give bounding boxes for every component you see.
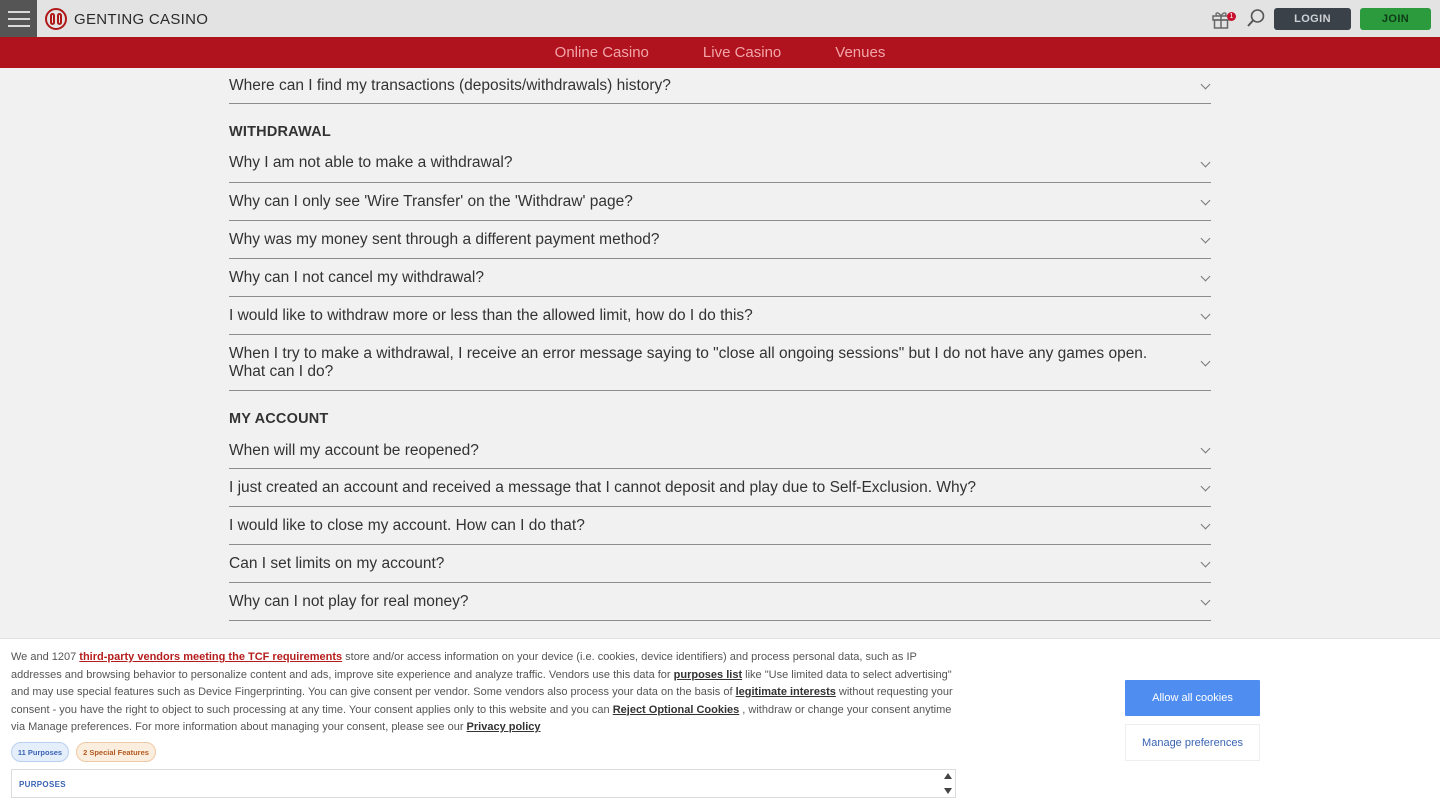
faq-item[interactable]: I would like to close my account. How ca… xyxy=(229,507,1211,545)
chevron-down-icon xyxy=(1200,271,1211,281)
purposes-count-pill[interactable]: 11 Purposes xyxy=(11,742,69,762)
manage-preferences-button[interactable]: Manage preferences xyxy=(1125,724,1260,761)
logo[interactable]: GENTING CASINO xyxy=(45,7,208,31)
chevron-down-icon xyxy=(1200,79,1211,89)
scroll-up-icon[interactable] xyxy=(944,773,952,779)
faq-item[interactable]: Why I am not able to make a withdrawal? xyxy=(229,146,1211,183)
faq-question: I would like to close my account. How ca… xyxy=(229,517,585,534)
purposes-list-box[interactable]: PURPOSES xyxy=(11,769,956,798)
faq-item[interactable]: I would like to withdraw more or less th… xyxy=(229,297,1211,335)
faq-item[interactable]: Why can I not cancel my withdrawal? xyxy=(229,259,1211,297)
join-button[interactable]: JOIN xyxy=(1360,8,1431,30)
nav-venues[interactable]: Venues xyxy=(808,44,912,61)
scroll-down-icon[interactable] xyxy=(944,788,952,794)
faq-question: Can I set limits on my account? xyxy=(229,555,445,572)
nav-online-casino[interactable]: Online Casino xyxy=(528,44,676,61)
chevron-down-icon xyxy=(1200,557,1211,567)
chevron-down-icon xyxy=(1200,233,1211,243)
purposes-label: PURPOSES xyxy=(19,780,66,789)
genting-logo-icon xyxy=(45,8,67,30)
faq-question: When I try to make a withdrawal, I recei… xyxy=(229,345,1148,380)
gift-count-badge: 1 xyxy=(1227,12,1236,21)
faq-item[interactable]: Where can I find my transactions (deposi… xyxy=(229,68,1211,104)
faq-question: Why can I not play for real money? xyxy=(229,593,469,610)
chevron-down-icon xyxy=(1200,195,1211,205)
faq-question: Why was my money sent through a differen… xyxy=(229,231,660,248)
faq-question: Why I am not able to make a withdrawal? xyxy=(229,154,513,171)
nav-live-casino[interactable]: Live Casino xyxy=(676,44,808,61)
reject-optional-cookies-link[interactable]: Reject Optional Cookies xyxy=(613,704,740,716)
faq-item[interactable]: Can I set limits on my account? xyxy=(229,545,1211,583)
section-title-my-account: MY ACCOUNT xyxy=(229,411,329,427)
privacy-policy-link[interactable]: Privacy policy xyxy=(467,721,541,733)
chevron-down-icon xyxy=(1200,519,1211,529)
purposes-list-link[interactable]: purposes list xyxy=(674,669,742,681)
faq-content: Where can I find my transactions (deposi… xyxy=(229,68,1211,621)
faq-question: I would like to withdraw more or less th… xyxy=(229,307,753,324)
chevron-down-icon xyxy=(1200,157,1211,168)
top-bar: GENTING CASINO 1 LOGIN JOIN xyxy=(0,0,1440,38)
chevron-down-icon xyxy=(1200,481,1211,491)
faq-question: Why can I only see 'Wire Transfer' on th… xyxy=(229,193,633,210)
faq-item[interactable]: When I try to make a withdrawal, I recei… xyxy=(229,335,1211,391)
legitimate-interests-link[interactable]: legitimate interests xyxy=(736,686,836,698)
faq-question: I just created an account and received a… xyxy=(229,479,977,496)
consent-description: We and 1207 third-party vendors meeting … xyxy=(11,649,956,737)
chevron-down-icon xyxy=(1200,595,1211,605)
faq-item[interactable]: Why can I only see 'Wire Transfer' on th… xyxy=(229,183,1211,221)
faq-item[interactable]: When will my account be reopened? xyxy=(229,432,1211,469)
chevron-down-icon xyxy=(1200,309,1211,319)
chevron-down-icon xyxy=(1200,356,1211,366)
brand-name: GENTING CASINO xyxy=(74,10,209,28)
main-nav: Online Casino Live Casino Venues xyxy=(0,37,1440,68)
login-button[interactable]: LOGIN xyxy=(1274,8,1351,30)
hamburger-menu-icon[interactable] xyxy=(0,0,37,37)
special-features-pill[interactable]: 2 Special Features xyxy=(76,742,156,762)
section-title-withdrawal: WITHDRAWAL xyxy=(229,124,331,140)
allow-all-cookies-button[interactable]: Allow all cookies xyxy=(1125,680,1260,716)
vendors-link[interactable]: third-party vendors meeting the TCF requ… xyxy=(79,651,342,663)
faq-question: When will my account be reopened? xyxy=(229,442,479,459)
faq-item[interactable]: I just created an account and received a… xyxy=(229,469,1211,507)
faq-item[interactable]: Why can I not play for real money? xyxy=(229,583,1211,621)
consent-text: We and 1207 xyxy=(11,651,80,663)
faq-item[interactable]: Why was my money sent through a differen… xyxy=(229,221,1211,259)
faq-question: Why can I not cancel my withdrawal? xyxy=(229,269,484,286)
chevron-down-icon xyxy=(1200,443,1211,454)
faq-question: Where can I find my transactions (deposi… xyxy=(229,77,671,94)
search-icon[interactable] xyxy=(1246,8,1266,28)
